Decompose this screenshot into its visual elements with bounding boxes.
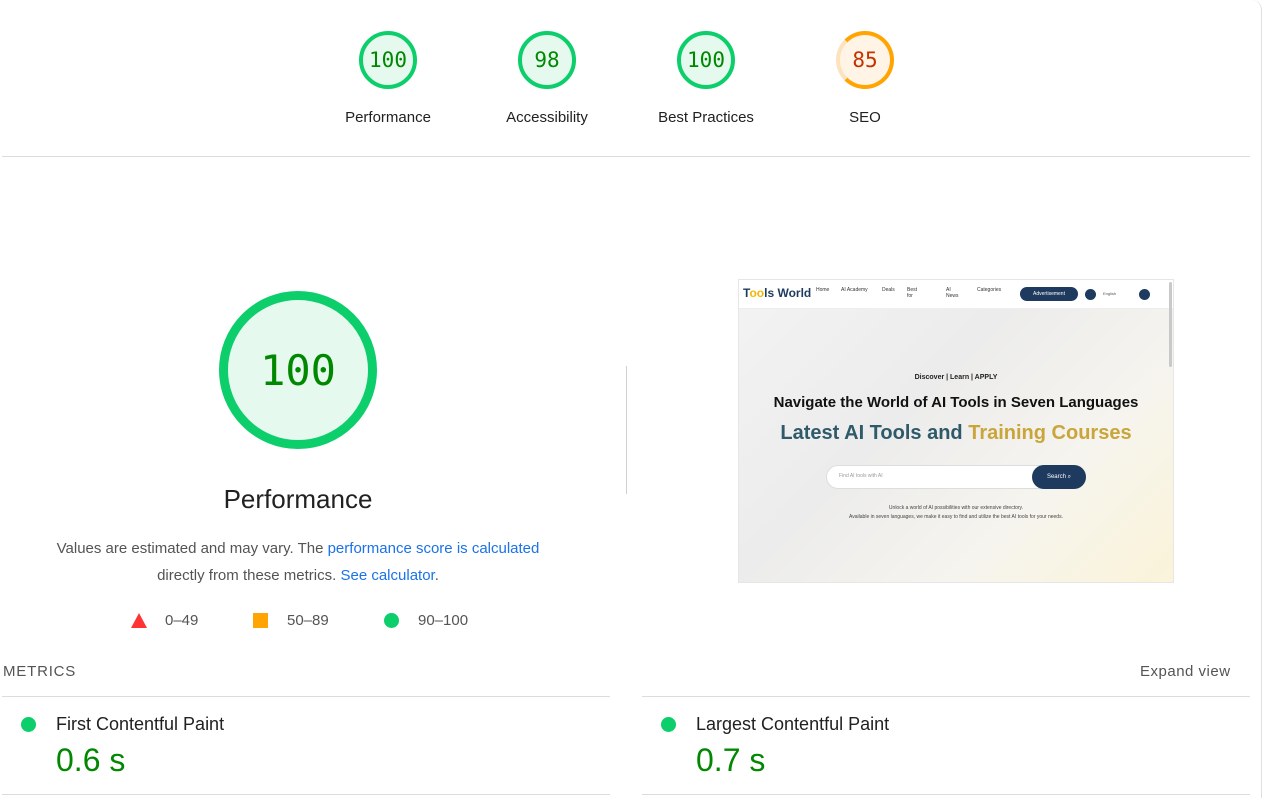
- screenshot-scrollbar: [1169, 282, 1172, 367]
- gauge-accessibility-score: 98: [518, 31, 576, 89]
- screenshot-search-button: Search ⌕: [1032, 465, 1086, 489]
- gauge-seo-score: 85: [836, 31, 894, 89]
- nav-categories: Categories: [977, 287, 1002, 293]
- pass-circle-icon: [384, 613, 399, 628]
- site-logo: Tools World: [743, 286, 812, 300]
- metrics-header: METRICS: [3, 663, 77, 680]
- desc-text: Values are estimated and may vary. The: [56, 540, 328, 557]
- metrics-row-divider-left: [2, 794, 610, 795]
- pass-circle-icon: [21, 717, 36, 732]
- metric-value: 0.6 s: [56, 742, 126, 778]
- performance-description: Values are estimated and may vary. The p…: [20, 535, 576, 589]
- final-screenshot[interactable]: Tools World Home AI Academy Deals Best f…: [738, 279, 1174, 583]
- expand-view-toggle[interactable]: Expand view: [1140, 663, 1231, 680]
- metric-value: 0.7 s: [696, 742, 766, 778]
- gauge-best-practices-score: 100: [677, 31, 735, 89]
- nav-deals: Deals: [882, 287, 895, 293]
- globe-icon: [1085, 289, 1096, 300]
- screenshot-headline: Navigate the World of AI Tools in Seven …: [773, 394, 1139, 411]
- fail-triangle-icon: [131, 613, 147, 628]
- legend-fail-range: 0–49: [165, 612, 199, 629]
- gauge-performance[interactable]: 100 Performance: [308, 31, 468, 126]
- gauge-performance-score: 100: [359, 31, 417, 89]
- vertical-divider: [626, 366, 627, 494]
- average-square-icon: [253, 613, 268, 628]
- nav-ai-news: AI News: [946, 287, 959, 299]
- gauge-accessibility-label: Accessibility: [506, 109, 588, 126]
- screenshot-tagline: Discover | Learn | APPLY: [914, 374, 998, 381]
- language-select: English: [1103, 291, 1117, 296]
- nav-ai-academy: AI Academy: [841, 287, 868, 293]
- metrics-row-divider-right: [642, 794, 1250, 795]
- score-calculated-link[interactable]: performance score is calculated: [328, 540, 540, 557]
- nav-best-for: Best for: [907, 287, 918, 299]
- desc-text-middle: directly from these metrics.: [157, 567, 341, 584]
- metric-name: Largest Contentful Paint: [696, 714, 890, 734]
- screenshot-search-placeholder: Find AI tools with AI: [839, 473, 883, 479]
- screenshot-navbar: Tools World Home AI Academy Deals Best f…: [739, 280, 1173, 309]
- top-divider: [2, 156, 1250, 157]
- performance-score-gauge: 100: [219, 291, 377, 449]
- screenshot-paragraph-1: Unlock a world of AI possibilities with …: [888, 505, 1024, 511]
- advertisement-button: Advertisement: [1020, 287, 1078, 301]
- desc-text-end: .: [434, 567, 439, 584]
- metrics-divider-left: [2, 696, 610, 697]
- metric-name: First Contentful Paint: [56, 714, 225, 734]
- gauge-best-practices[interactable]: 100 Best Practices: [626, 31, 786, 126]
- gauge-accessibility[interactable]: 98 Accessibility: [467, 31, 627, 126]
- gauge-performance-label: Performance: [345, 109, 431, 126]
- gauge-best-practices-label: Best Practices: [658, 109, 754, 126]
- legend-pass: 90–100: [384, 612, 468, 629]
- legend-fail: 0–49: [131, 612, 198, 629]
- nav-home: Home: [816, 287, 830, 293]
- gauge-seo[interactable]: 85 SEO: [785, 31, 945, 126]
- metrics-divider-right: [642, 696, 1250, 697]
- screenshot-paragraph-2: Available in seven languages, we make it…: [849, 514, 1063, 520]
- gauge-seo-label: SEO: [849, 109, 881, 126]
- pass-circle-icon: [661, 717, 676, 732]
- legend-average-range: 50–89: [287, 612, 329, 629]
- see-calculator-link[interactable]: See calculator: [340, 567, 434, 584]
- legend-average: 50–89: [253, 612, 329, 629]
- screenshot-search-bar: Find AI tools with AI Search ⌕: [826, 465, 1086, 489]
- legend-pass-range: 90–100: [418, 612, 469, 629]
- theme-toggle-icon: [1139, 289, 1150, 300]
- screenshot-subheadline: Latest AI Tools and Training Courses: [780, 422, 1132, 444]
- performance-title: Performance: [223, 484, 373, 514]
